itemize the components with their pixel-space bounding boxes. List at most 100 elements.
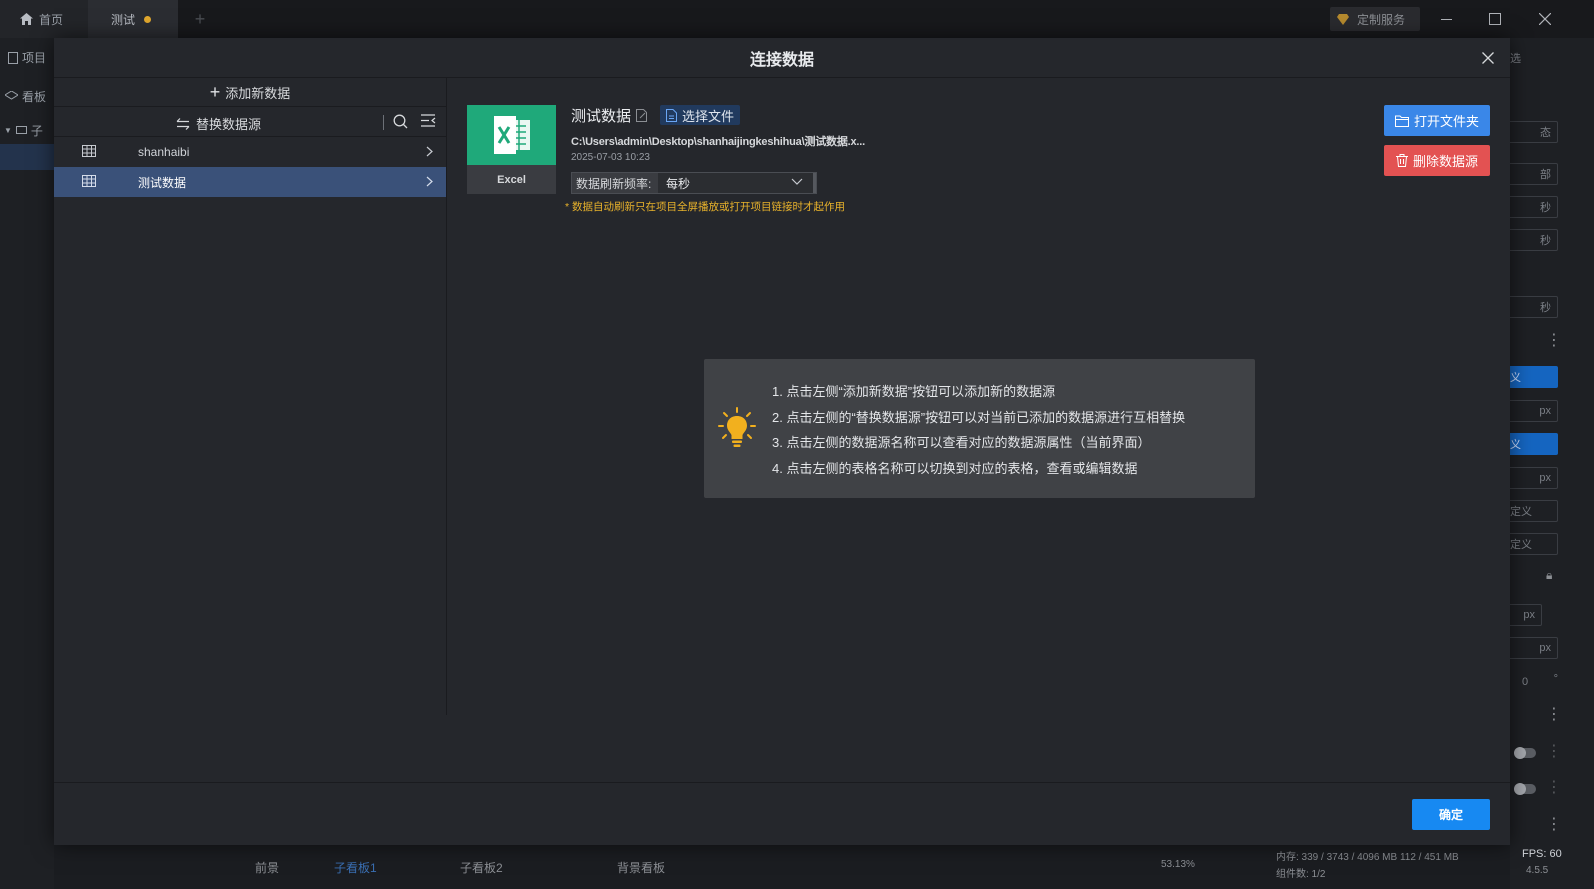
document-icon [666, 108, 677, 122]
bg-right-blue: 义 [1510, 366, 1558, 388]
filter-button[interactable] [421, 114, 436, 130]
bg-right-field: 定义 [1510, 533, 1558, 555]
bg-right-field: px [1510, 637, 1558, 659]
bg-sub-label: 子 [30, 124, 43, 138]
bg-right-field: 秒 [1510, 296, 1558, 318]
unsaved-dot-icon [144, 15, 152, 23]
filter-list-icon [421, 114, 436, 127]
tab-home[interactable]: 首页 [0, 0, 88, 38]
search-button[interactable] [393, 114, 408, 132]
datasource-title: 测试数据 [571, 105, 648, 126]
background-bottom-bar: 前景 子看板1 子看板2 背景看板 53.13% 内存: 339 / 3743 … [54, 845, 1562, 889]
new-tab-button[interactable]: + [190, 0, 210, 38]
home-icon [20, 13, 33, 25]
tip-item: 1. 点击左侧“添加新数据”按钮可以添加新的数据源 [772, 384, 1056, 399]
bg-fps: FPS: 60 [1522, 848, 1562, 860]
toolbar-divider [383, 115, 384, 130]
tab-test-label: 测试 [111, 12, 136, 27]
bg-components: 组件数: 1/2 [1276, 869, 1326, 880]
title-bar: 首页 测试 + 定制服务 [0, 0, 1594, 38]
custom-service-button[interactable]: 定制服务 [1330, 7, 1420, 31]
toggle-switch [1514, 747, 1536, 759]
refresh-rate-value: 每秒 [666, 176, 691, 191]
add-new-data-label: 添加新数据 [225, 85, 291, 101]
choose-file-label: 选择文件 [682, 108, 735, 124]
bg-board1-tab: 子看板1 [334, 861, 377, 875]
bg-right-field: px [1510, 400, 1558, 422]
delete-datasource-button[interactable]: 删除数据源 [1384, 145, 1490, 176]
datasource-name: 测试数据 [138, 175, 187, 190]
modal-title: 连接数据 [749, 51, 814, 69]
custom-service-label: 定制服务 [1357, 12, 1406, 27]
bg-right-label: 选 [1510, 53, 1521, 65]
replace-datasource-label: 替换数据源 [196, 117, 262, 132]
confirm-button[interactable]: 确定 [1412, 799, 1490, 830]
datasource-name: shanhaibi [138, 145, 190, 159]
toggle-switch [1514, 783, 1536, 795]
tip-item: 2. 点击左侧的“替换数据源”按钮可以对当前已添加的数据源进行互相替换 [772, 409, 1186, 425]
bg-fps-sub: 4.5.5 [1526, 865, 1549, 876]
bg-project-label: 项目 [22, 51, 47, 65]
bg-board-label: 看板 [22, 90, 47, 104]
more-icon: ⋮ [1546, 743, 1562, 760]
choose-file-button[interactable]: 选择文件 [660, 105, 741, 125]
open-folder-button[interactable]: 打开文件夹 [1384, 105, 1490, 136]
swap-icon [176, 117, 190, 130]
tab-test[interactable]: 测试 [88, 0, 178, 38]
datasource-item[interactable]: 测试数据 [54, 167, 446, 197]
bg-board2-tab: 子看板2 [460, 861, 503, 875]
datasource-sidebar: + 添加新数据 替换数据源 shanhaibi 测试数据 [54, 78, 447, 715]
minimize-button[interactable] [1435, 8, 1457, 30]
bg-right-field: ° [1553, 673, 1558, 685]
bg-right-field: px [1510, 604, 1542, 626]
bg-board-item: 看板 [5, 88, 46, 105]
file-path: C:\Users\admin\Desktop\shanhaijingkeshih… [571, 136, 866, 148]
background-left-panel: 项目 看板 ▼ 子 [0, 38, 54, 889]
datasource-detail: Excel 测试数据 选择文件 C:\Users\admin\Desktop\s… [448, 78, 1510, 778]
excel-icon [493, 116, 530, 154]
lightbulb-icon [718, 407, 756, 447]
excel-logo [467, 105, 556, 165]
minimize-icon [1440, 18, 1452, 20]
refresh-note: * 数据自动刷新只在项目全屏播放或打开项目链接时才起作用 [565, 201, 846, 213]
maximize-icon [1489, 13, 1501, 25]
bg-right-field: 态 [1510, 121, 1558, 143]
datasource-title-text: 测试数据 [571, 108, 632, 125]
sidebar-toolbar: 替换数据源 [54, 107, 446, 137]
chevron-right-icon [426, 146, 433, 157]
bg-right-field: 定义 [1510, 500, 1558, 522]
bg-foreground-tab: 前景 [255, 861, 280, 875]
modal-footer: 确定 [54, 782, 1510, 845]
close-icon [1482, 52, 1494, 64]
maximize-button[interactable] [1484, 8, 1506, 30]
chevron-down-icon [791, 178, 803, 185]
datasource-item[interactable]: shanhaibi [54, 137, 446, 167]
window-close-button[interactable] [1534, 8, 1556, 30]
bg-right-field: px [1510, 467, 1558, 489]
file-date: 2025-07-03 10:23 [571, 152, 650, 163]
delete-datasource-label: 删除数据源 [1412, 154, 1478, 169]
bg-zoom-level: 53.13% [1161, 859, 1195, 870]
bg-sub-item: ▼ 子 [4, 122, 43, 139]
bg-project-item: 项目 [8, 49, 46, 66]
edit-icon[interactable] [636, 109, 648, 122]
bg-selected-row [0, 144, 54, 170]
more-icon: ⋮ [1546, 779, 1562, 796]
background-right-panel: 选 态 部 秒 秒 秒 ⋮ 义 px 义 px 定义 定义 🔒︎ px px 0… [1510, 38, 1594, 889]
add-new-data-button[interactable]: + 添加新数据 [54, 78, 446, 107]
table-icon [82, 145, 96, 157]
chevron-right-icon [426, 176, 433, 187]
bg-right-blue: 义 [1510, 433, 1558, 455]
folder-icon [1394, 115, 1409, 127]
open-folder-label: 打开文件夹 [1413, 114, 1479, 129]
tip-item: 3. 点击左侧的数据源名称可以查看对应的数据源属性（当前界面） [772, 435, 1151, 450]
replace-datasource-button[interactable]: 替换数据源 [176, 114, 261, 133]
refresh-rate-label: 数据刷新频率: [572, 173, 658, 193]
modal-close-button[interactable] [1478, 48, 1498, 68]
plus-icon: + [209, 82, 221, 102]
layers-icon [5, 91, 18, 100]
refresh-rate-select[interactable]: 每秒 [658, 173, 813, 193]
trash-icon [1395, 154, 1408, 167]
connect-data-modal: 连接数据 + 添加新数据 替换数据源 shanhaibi 测试数据 Excel … [54, 38, 1510, 845]
bg-right-field: 部 [1510, 163, 1558, 185]
